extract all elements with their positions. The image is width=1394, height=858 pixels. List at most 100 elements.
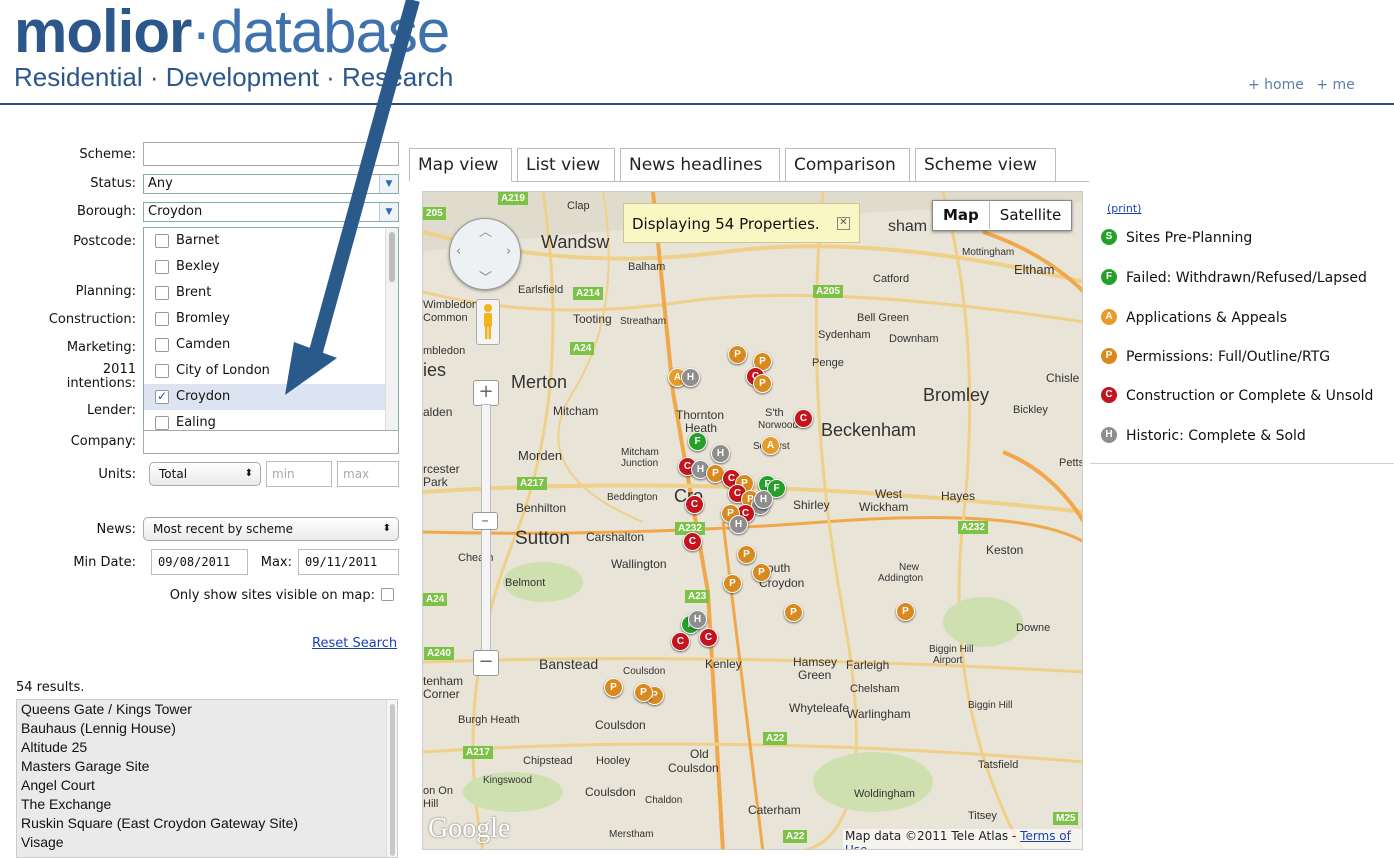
- tab-comparison[interactable]: Comparison: [785, 148, 910, 181]
- list-item[interactable]: Ruskin Square (East Croydon Gateway Site…: [17, 814, 397, 833]
- map-marker[interactable]: P: [737, 545, 756, 564]
- list-item[interactable]: Queens Gate / Kings Tower: [17, 700, 397, 719]
- tab-news-headlines[interactable]: News headlines: [620, 148, 780, 181]
- map-marker[interactable]: P: [752, 563, 771, 582]
- borough-option-ealing[interactable]: Ealing: [144, 410, 385, 430]
- company-input[interactable]: [143, 430, 399, 454]
- list-item[interactable]: Masters Garage Site: [17, 757, 397, 776]
- map-place-label: Coulsdon: [668, 761, 719, 775]
- map-marker[interactable]: P: [728, 345, 747, 364]
- map-marker[interactable]: H: [681, 368, 700, 387]
- pan-left-icon[interactable]: ‹: [456, 244, 461, 259]
- pan-down-icon[interactable]: ﹀: [479, 267, 492, 286]
- results-list[interactable]: Queens Gate / Kings Tower Bauhaus (Lenni…: [16, 699, 398, 858]
- min-date-label: Min Date:: [73, 555, 136, 570]
- borough-options-list[interactable]: Barnet Bexley Brent Bromley Camden City …: [143, 227, 399, 431]
- map-marker[interactable]: P: [723, 574, 742, 593]
- close-icon[interactable]: ✕: [837, 217, 850, 230]
- map-type-satellite-button[interactable]: Satellite: [990, 201, 1071, 229]
- tab-map-view[interactable]: Map view: [409, 148, 512, 182]
- map-place-label: Biggin Hill: [929, 644, 974, 655]
- checkbox-icon[interactable]: [155, 416, 169, 430]
- units-max-input[interactable]: max: [337, 461, 399, 487]
- list-scrollbar[interactable]: [385, 228, 398, 430]
- map-place-label: Addington: [878, 573, 924, 584]
- zoom-slider-handle[interactable]: –: [472, 512, 498, 530]
- borough-option-brent[interactable]: Brent: [144, 280, 385, 306]
- map-marker[interactable]: P: [784, 603, 803, 622]
- pan-up-icon[interactable]: ︿: [479, 221, 492, 240]
- map-marker[interactable]: P: [604, 678, 623, 697]
- news-select[interactable]: Most recent by scheme ⬍: [143, 517, 399, 541]
- nav-home-link[interactable]: + home: [1248, 77, 1304, 93]
- map-place-label: Belmont: [505, 577, 546, 589]
- map-view[interactable]: Wandsw Balham Earlsfield Tooting Streatham Wi…: [422, 191, 1083, 850]
- borough-option-croydon[interactable]: ✓ Croydon: [144, 384, 385, 410]
- map-marker[interactable]: H: [729, 515, 748, 534]
- checkbox-icon[interactable]: [155, 338, 169, 352]
- list-item[interactable]: The Exchange: [17, 795, 397, 814]
- map-marker[interactable]: P: [896, 602, 915, 621]
- map-marker[interactable]: H: [754, 490, 773, 509]
- checkbox-icon[interactable]: [155, 312, 169, 326]
- list-item[interactable]: Visage: [17, 833, 397, 852]
- borough-option-city-of-london[interactable]: City of London: [144, 358, 385, 384]
- checkbox-icon[interactable]: [155, 286, 169, 300]
- checkbox-icon[interactable]: [155, 260, 169, 274]
- borough-option-bexley[interactable]: Bexley: [144, 254, 385, 280]
- scrollbar-thumb[interactable]: [389, 232, 395, 282]
- map-place-label: mbledon: [423, 345, 466, 357]
- zoom-in-button[interactable]: +: [473, 380, 499, 406]
- map-place-label: Norwood: [758, 420, 799, 431]
- print-link[interactable]: (print): [1107, 202, 1141, 215]
- max-date-input[interactable]: 09/11/2011: [298, 549, 399, 575]
- map-road-label: A22: [763, 732, 788, 745]
- visible-only-checkbox[interactable]: [381, 588, 394, 601]
- map-type-map-button[interactable]: Map: [933, 201, 990, 229]
- borough-option-camden[interactable]: Camden: [144, 332, 385, 358]
- map-place-label: Petts: [1059, 457, 1083, 469]
- map-road-label: A219: [498, 192, 528, 205]
- borough-option-bromley[interactable]: Bromley: [144, 306, 385, 332]
- scrollbar-thumb[interactable]: [390, 704, 395, 856]
- pan-right-icon[interactable]: ›: [506, 244, 511, 259]
- status-select[interactable]: Any ▼: [143, 174, 399, 194]
- tab-scheme-view[interactable]: Scheme view: [915, 148, 1056, 181]
- nav-me-link[interactable]: + me: [1316, 77, 1354, 93]
- list-item[interactable]: Bauhaus (Lennig House): [17, 719, 397, 738]
- results-scrollbar[interactable]: [386, 700, 397, 857]
- map-marker[interactable]: C: [671, 632, 690, 651]
- map-marker[interactable]: C: [685, 495, 704, 514]
- map-marker[interactable]: A: [761, 436, 780, 455]
- map-place-label: Mitcham: [621, 447, 659, 458]
- map-marker[interactable]: H: [688, 610, 707, 629]
- reset-search-link[interactable]: Reset Search: [312, 636, 397, 651]
- list-item[interactable]: Angel Court: [17, 776, 397, 795]
- checkbox-icon[interactable]: [155, 364, 169, 378]
- tab-list-view[interactable]: List view: [517, 148, 615, 181]
- borough-option-barnet[interactable]: Barnet: [144, 228, 385, 254]
- max-date-label: Max:: [260, 555, 292, 570]
- map-place-label: Morden: [518, 448, 563, 463]
- map-marker[interactable]: C: [683, 532, 702, 551]
- map-marker[interactable]: C: [699, 628, 718, 647]
- logo[interactable]: molior·database: [14, 2, 450, 62]
- map-marker[interactable]: C: [794, 409, 813, 428]
- pegman-icon[interactable]: [476, 299, 500, 345]
- borough-select[interactable]: Croydon ▼: [143, 202, 399, 222]
- map-marker[interactable]: P: [753, 374, 772, 393]
- checkbox-checked-icon[interactable]: ✓: [155, 390, 169, 404]
- zoom-out-button[interactable]: −: [473, 650, 499, 676]
- list-item[interactable]: Altitude 25: [17, 738, 397, 757]
- map-marker[interactable]: F: [688, 432, 707, 451]
- map-marker[interactable]: P: [634, 683, 653, 702]
- map-marker[interactable]: H: [711, 444, 730, 463]
- units-select[interactable]: Total ⬍: [149, 462, 261, 486]
- google-logo[interactable]: Google: [428, 813, 510, 845]
- pan-control[interactable]: ︿ ﹀ ‹ ›: [449, 218, 521, 290]
- checkbox-icon[interactable]: [155, 234, 169, 248]
- min-date-input[interactable]: 09/08/2011: [151, 549, 248, 575]
- legend-divider: [1090, 463, 1394, 464]
- scheme-input[interactable]: [143, 142, 399, 166]
- units-min-input[interactable]: min: [266, 461, 332, 487]
